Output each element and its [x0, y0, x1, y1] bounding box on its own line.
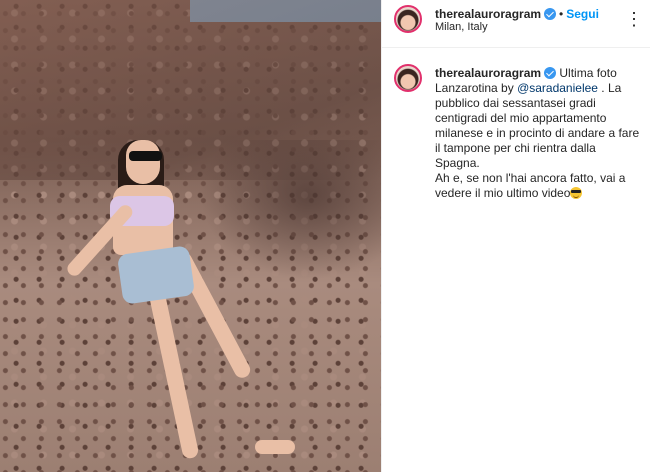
- more-options-icon[interactable]: ⋮: [625, 10, 643, 28]
- post-photo[interactable]: [0, 0, 381, 472]
- post-header: therealauroragram • Segui Milan, Italy ⋮: [382, 0, 650, 48]
- photo-person-foot: [255, 440, 295, 454]
- photo-person-leg: [146, 280, 200, 460]
- photo-person-head: [126, 140, 160, 184]
- instagram-post: therealauroragram • Segui Milan, Italy ⋮ t…: [0, 0, 650, 472]
- caption-username[interactable]: therealauroragram: [435, 66, 541, 80]
- follow-button[interactable]: Segui: [566, 7, 599, 21]
- separator-dot: •: [559, 7, 564, 21]
- caption-second-line: Ah e, se non l'hai ancora fatto, vai a v…: [435, 171, 626, 200]
- header-username[interactable]: therealauroragram: [435, 7, 541, 21]
- caption-text: therealauroragram Ultima foto Lanzarotin…: [435, 66, 641, 201]
- verified-icon: [544, 8, 557, 20]
- avatar[interactable]: [394, 5, 422, 33]
- post-sidebar: therealauroragram • Segui Milan, Italy ⋮ t…: [381, 0, 650, 472]
- avatar[interactable]: [394, 64, 422, 92]
- photo-shadow: [200, 140, 381, 280]
- caption-mention-link[interactable]: @saradanielee: [517, 81, 598, 95]
- verified-icon: [544, 67, 557, 79]
- sunglasses-emoji-icon: [570, 187, 583, 199]
- photo-person-shorts: [116, 245, 196, 305]
- location-link[interactable]: Milan, Italy: [435, 21, 488, 33]
- photo-person-sunglasses: [129, 151, 162, 161]
